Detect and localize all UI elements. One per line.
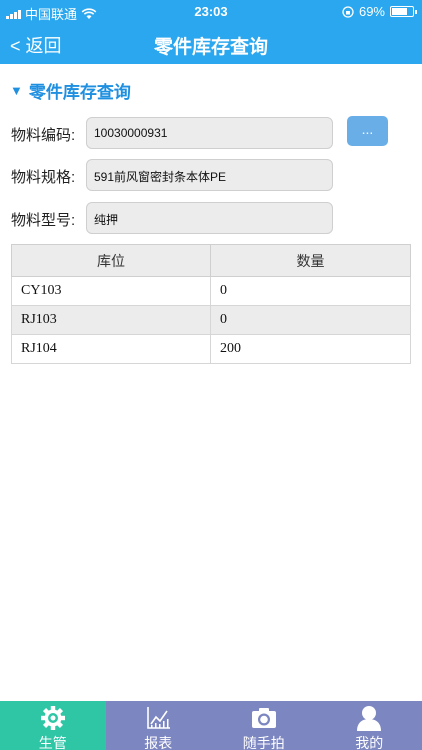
material-spec-field[interactable]: 591前风窗密封条本体PE bbox=[86, 159, 333, 191]
tab-label: 报表 bbox=[144, 735, 173, 750]
section-header[interactable]: ▼ 零件库存查询 bbox=[10, 78, 131, 103]
column-header-location: 库位 bbox=[11, 244, 211, 277]
bottom-tab-bar: 生管 报表 随手拍 我的 bbox=[0, 701, 422, 750]
table-header-row: 库位 数量 bbox=[11, 244, 411, 277]
back-button[interactable]: < 返回 bbox=[10, 32, 62, 58]
chart-icon bbox=[147, 707, 171, 729]
tab-label: 随手拍 bbox=[242, 735, 285, 750]
quantity-cell: 0 bbox=[210, 305, 411, 335]
quantity-cell: 0 bbox=[210, 276, 411, 306]
status-bar: 中国联通 23:03 69% bbox=[0, 0, 422, 22]
section-title: 零件库存查询 bbox=[28, 83, 131, 102]
material-spec-label: 物料规格: bbox=[11, 169, 76, 186]
orientation-lock-icon bbox=[342, 5, 354, 18]
location-cell: RJ103 bbox=[11, 305, 211, 335]
battery-fill bbox=[392, 8, 408, 15]
tab-label: 我的 bbox=[355, 735, 384, 750]
tab-reports[interactable]: 报表 bbox=[106, 701, 212, 750]
battery-percent: 69% bbox=[358, 4, 385, 19]
table-row[interactable]: RJ103 0 bbox=[11, 305, 411, 335]
tab-profile[interactable]: 我的 bbox=[317, 701, 422, 750]
material-model-label: 物料型号: bbox=[11, 212, 76, 229]
tab-snapshot[interactable]: 随手拍 bbox=[211, 701, 317, 750]
tab-label: 生管 bbox=[38, 735, 67, 750]
page-title: 零件库存查询 bbox=[153, 37, 268, 58]
nav-bar: < 返回 零件库存查询 bbox=[0, 22, 422, 64]
collapse-triangle-icon: ▼ bbox=[10, 83, 23, 98]
material-code-label: 物料编码: bbox=[11, 127, 76, 144]
table-row[interactable]: CY103 0 bbox=[11, 276, 411, 306]
location-cell: RJ104 bbox=[11, 334, 211, 364]
column-header-quantity: 数量 bbox=[210, 244, 411, 277]
stock-table: 库位 数量 CY103 0 RJ103 0 RJ104 200 bbox=[11, 244, 411, 364]
select-material-button[interactable]: ... bbox=[347, 116, 388, 146]
tab-production[interactable]: 生管 bbox=[0, 701, 106, 750]
location-cell: CY103 bbox=[11, 276, 211, 306]
table-row[interactable]: RJ104 200 bbox=[11, 334, 411, 364]
material-code-input[interactable]: 10030000931 bbox=[86, 117, 333, 149]
battery-icon bbox=[390, 6, 417, 17]
quantity-cell: 200 bbox=[210, 334, 411, 364]
camera-icon bbox=[251, 708, 276, 728]
gear-icon bbox=[40, 706, 65, 730]
user-icon bbox=[357, 706, 382, 731]
material-model-field[interactable]: 纯押 bbox=[86, 202, 333, 234]
status-right: 69% bbox=[342, 4, 417, 19]
